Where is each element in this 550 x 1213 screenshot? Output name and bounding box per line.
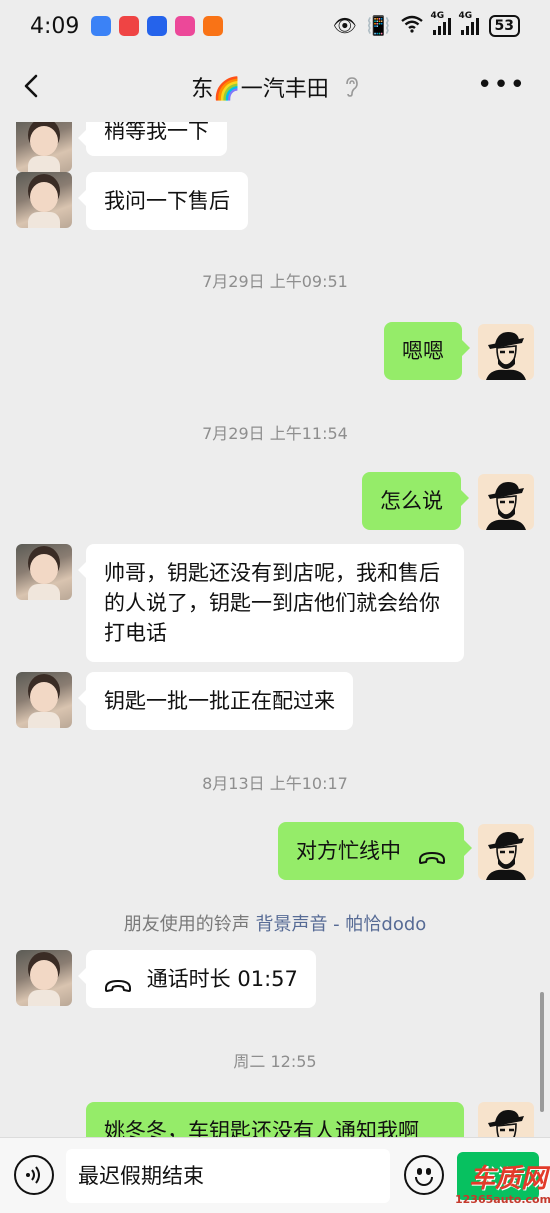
input-bar: 最迟假期结束 发送	[0, 1137, 550, 1213]
contact-avatar[interactable]	[16, 672, 72, 728]
message-bubble-incoming[interactable]: 帅哥，钥匙还没有到店呢，我和售后的人说了，钥匙一到店他们就会给你打电话	[78, 544, 464, 662]
contact-avatar[interactable]	[16, 122, 72, 172]
message-bubble-incoming[interactable]: 稍等我一下	[78, 122, 227, 156]
phone-hangup-icon	[418, 844, 446, 865]
chevron-left-icon	[24, 74, 38, 98]
call-duration-text: 通话时长 01:57	[146, 967, 298, 991]
contact-avatar[interactable]	[16, 172, 72, 228]
app-notification-icon	[175, 16, 196, 36]
contact-avatar[interactable]	[16, 950, 72, 1006]
app-notification-icon	[119, 16, 140, 36]
call-status-text: 对方忙线中	[296, 839, 401, 863]
man-with-hat-avatar-icon	[488, 1110, 524, 1137]
chat-messages[interactable]: 稍等我一下 我问一下售后 7月29日 上午09:51 嗯嗯 7月29日 上午11…	[0, 122, 550, 1137]
ringtone-notice: 朋友使用的铃声 背景声音 - 帕恰dodo	[0, 910, 550, 936]
timestamp: 8月13日 上午10:17	[202, 774, 348, 793]
user-avatar[interactable]	[478, 474, 534, 530]
app-notification-icon	[147, 16, 168, 36]
contact-avatar[interactable]	[16, 544, 72, 600]
scrollbar[interactable]	[540, 992, 544, 1112]
message-input[interactable]: 最迟假期结束	[66, 1149, 390, 1203]
voice-input-button[interactable]	[14, 1155, 54, 1195]
chat-header: 东🌈一汽丰田 •••	[0, 52, 550, 122]
emoji-button[interactable]	[404, 1155, 444, 1195]
eye-icon: 👁	[332, 14, 357, 37]
message-bubble-outgoing[interactable]: 怎么说	[362, 472, 469, 530]
network-type-label: 4G	[458, 11, 473, 21]
chat-title-wrap: 东🌈一汽丰田	[191, 71, 358, 103]
battery-icon: 53	[488, 15, 520, 37]
message-bubble-outgoing[interactable]: 姚冬冬，车钥匙还没有人通知我啊	[86, 1102, 464, 1137]
timestamp: 7月29日 上午09:51	[202, 272, 348, 291]
smile-icon	[415, 1177, 433, 1186]
network-type-label: 4G	[430, 11, 445, 21]
ringtone-link[interactable]: 背景声音 - 帕恰dodo	[255, 914, 426, 935]
back-button[interactable]	[16, 70, 48, 102]
user-avatar[interactable]	[478, 324, 534, 380]
send-button[interactable]: 发送	[457, 1152, 539, 1200]
vibrate-icon: 📳	[366, 14, 391, 37]
timestamp: 7月29日 上午11:54	[202, 424, 348, 443]
call-bubble-outgoing[interactable]: 对方忙线中	[278, 822, 472, 880]
more-options-button[interactable]: •••	[477, 72, 526, 98]
man-with-hat-avatar-icon	[486, 832, 526, 880]
user-avatar[interactable]	[478, 1102, 534, 1137]
phone-hangup-icon	[104, 972, 132, 993]
app-notification-icon	[203, 16, 224, 36]
status-bar: 4:09 👁 📳 4G 4G 53	[0, 0, 550, 52]
message-bubble-incoming[interactable]: 钥匙一批一批正在配过来	[78, 672, 353, 730]
app-notification-icon	[91, 16, 112, 36]
ear-icon	[345, 77, 358, 97]
voice-icon	[26, 1166, 40, 1184]
signal-icon: 4G	[431, 11, 451, 35]
message-bubble-incoming[interactable]: 我问一下售后	[78, 172, 248, 230]
ringtone-prefix: 朋友使用的铃声	[123, 914, 250, 935]
wifi-icon	[400, 15, 423, 37]
man-with-hat-avatar-icon	[486, 482, 526, 530]
status-time: 4:09	[30, 13, 80, 39]
notification-app-icons	[91, 16, 224, 36]
call-bubble-incoming[interactable]: 通话时长 01:57	[78, 950, 316, 1008]
man-with-hat-avatar-icon	[486, 332, 526, 380]
message-bubble-outgoing[interactable]: 嗯嗯	[384, 322, 470, 380]
signal-icon: 4G	[459, 11, 479, 35]
timestamp: 周二 12:55	[233, 1052, 317, 1071]
chat-title: 东🌈一汽丰田	[191, 77, 329, 102]
user-avatar[interactable]	[478, 824, 534, 880]
